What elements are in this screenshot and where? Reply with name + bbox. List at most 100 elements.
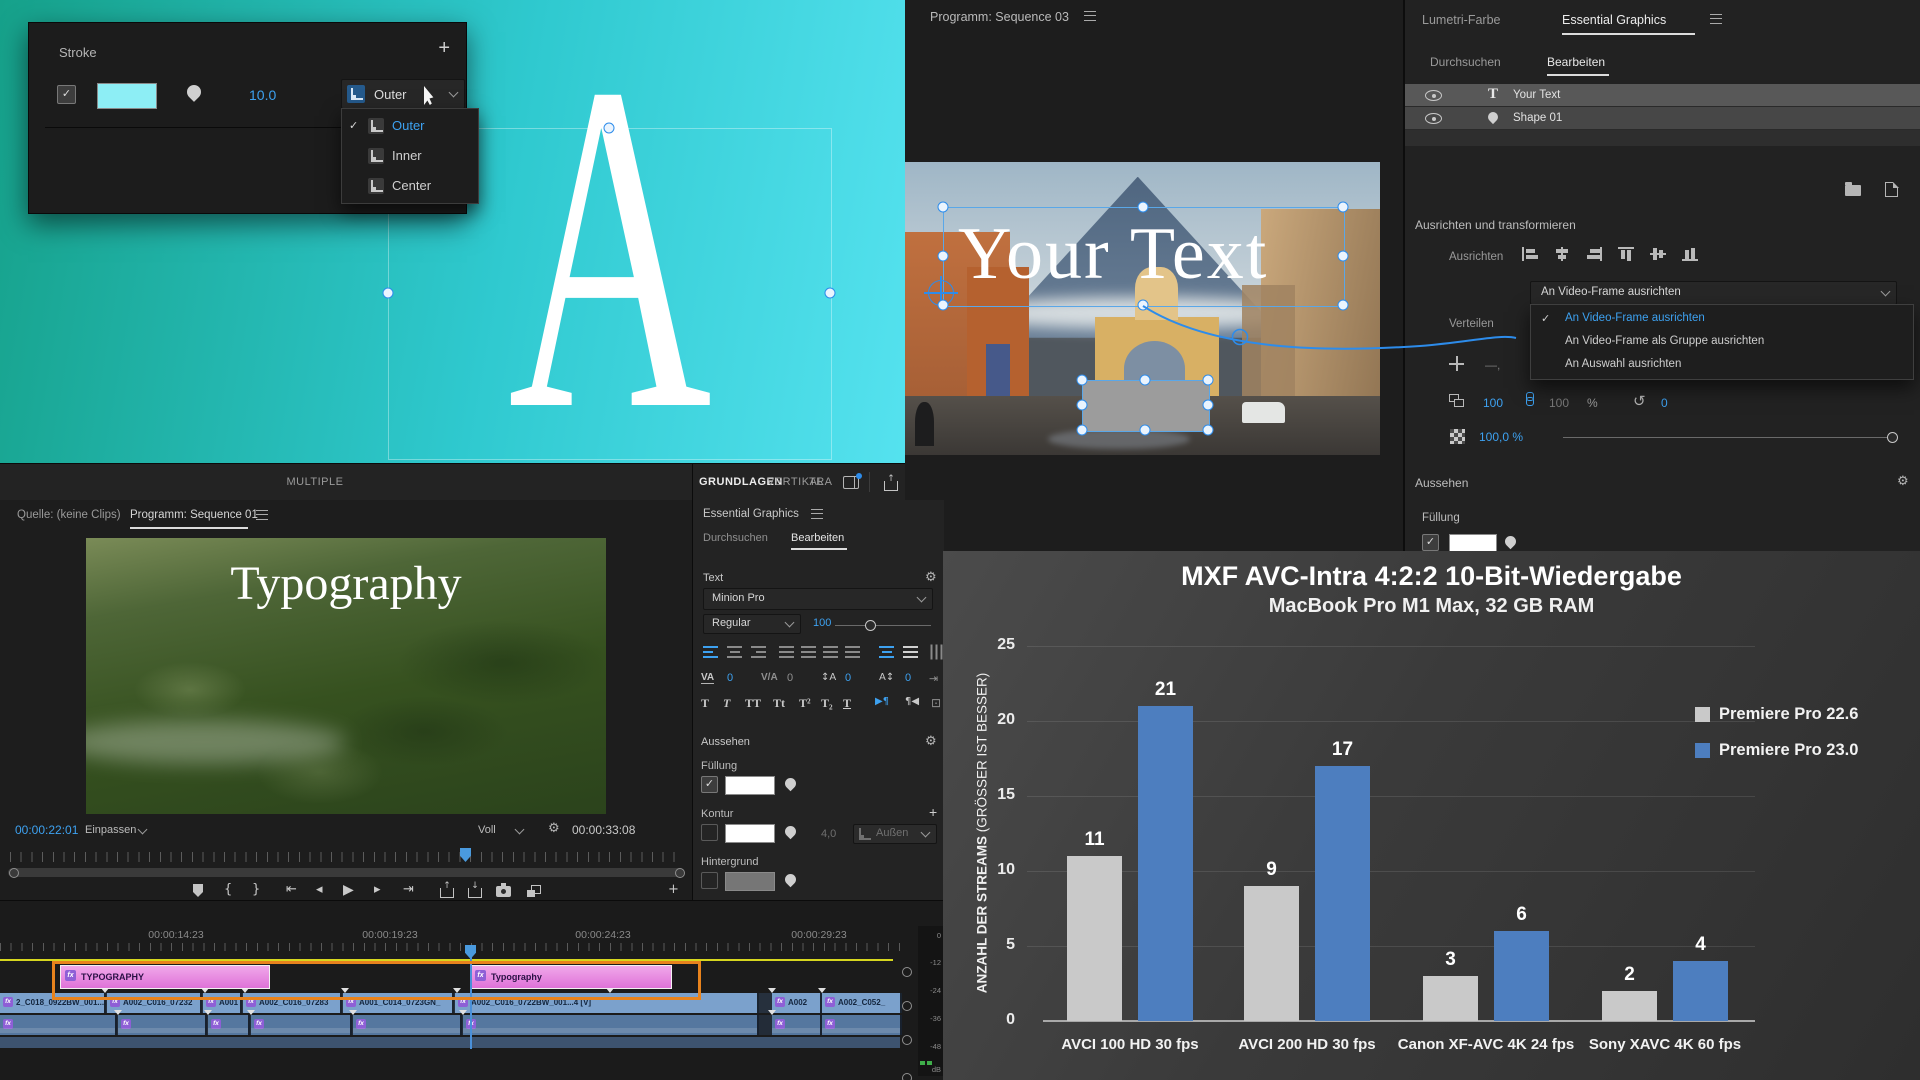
- align-center-horizontal-icon[interactable]: [1650, 247, 1666, 261]
- background-checkbox[interactable]: [701, 872, 718, 889]
- vertical-align-center-icon[interactable]: [903, 646, 918, 658]
- justify-last-right-icon[interactable]: [823, 646, 838, 658]
- superscript-icon[interactable]: T²: [799, 696, 811, 711]
- playback-resolution-dropdown[interactable]: Voll: [473, 820, 531, 842]
- zoom-level-dropdown[interactable]: Einpassen: [80, 820, 154, 842]
- stroke-position-dropdown[interactable]: Außen: [853, 824, 937, 844]
- opacity-value[interactable]: 100,0 %: [1479, 430, 1523, 444]
- rotation-value[interactable]: 0: [1661, 396, 1668, 410]
- scrollbar-end-handle[interactable]: [675, 868, 685, 878]
- go-to-out-icon[interactable]: ⇥: [403, 882, 414, 897]
- text-selection-handle[interactable]: [1138, 202, 1149, 213]
- glyph-snap-icon[interactable]: ⊡: [931, 696, 941, 710]
- go-to-in-icon[interactable]: ⇤: [286, 882, 297, 897]
- font-size-value[interactable]: 100: [813, 617, 831, 629]
- text-selection-handle[interactable]: [938, 251, 949, 262]
- justify-all-icon[interactable]: [845, 646, 860, 658]
- fill-checkbox[interactable]: [1422, 534, 1439, 551]
- align-text-left-icon[interactable]: [703, 646, 718, 658]
- tab-durchsuchen[interactable]: Durchsuchen: [1430, 55, 1501, 69]
- fill-checkbox[interactable]: [701, 776, 718, 793]
- font-size-slider-track[interactable]: [835, 625, 931, 626]
- tracking-value[interactable]: 0: [727, 672, 733, 684]
- tab-durchsuchen[interactable]: Durchsuchen: [703, 532, 768, 544]
- track-scroll-handle[interactable]: [902, 967, 912, 977]
- mark-out-icon[interactable]: }: [252, 882, 260, 897]
- shape-selection-handle[interactable]: [1140, 425, 1151, 436]
- font-family-dropdown[interactable]: Minion Pro: [703, 588, 933, 610]
- paragraph-rtl-icon[interactable]: ¶◀: [905, 696, 919, 707]
- align-center-vertical-icon[interactable]: [1554, 247, 1570, 261]
- step-back-icon[interactable]: ◂: [316, 882, 323, 897]
- panel-options-icon[interactable]: [843, 476, 859, 489]
- tab-essential-graphics[interactable]: Essential Graphics: [1562, 13, 1666, 27]
- faux-bold-icon[interactable]: T: [701, 696, 709, 711]
- shape-selection-handle[interactable]: [1077, 400, 1088, 411]
- extract-icon[interactable]: [468, 888, 482, 898]
- a1-clip[interactable]: fx: [353, 1015, 462, 1035]
- visibility-eye-icon[interactable]: [1425, 113, 1442, 124]
- position-value[interactable]: —,: [1485, 358, 1500, 372]
- wrench-icon[interactable]: ⚙: [1897, 474, 1909, 489]
- wrench-icon[interactable]: ⚙: [925, 734, 937, 749]
- background-color-swatch[interactable]: [725, 872, 775, 891]
- vertical-align-top-icon[interactable]: [879, 646, 894, 658]
- layer-row-shape[interactable]: Shape 01: [1405, 107, 1920, 130]
- track-scroll-handle[interactable]: [902, 1073, 912, 1080]
- eyedropper-icon[interactable]: [783, 824, 799, 840]
- align-text-right-icon[interactable]: [751, 646, 766, 658]
- baseline-shift-value[interactable]: 0: [905, 672, 911, 684]
- leading-value[interactable]: 0: [845, 672, 851, 684]
- text-selection-box[interactable]: [943, 207, 1345, 307]
- tab-source[interactable]: Quelle: (keine Clips): [17, 509, 121, 521]
- a1-clip[interactable]: fx: [118, 1015, 207, 1035]
- opacity-slider-handle[interactable]: [1887, 432, 1898, 443]
- new-layer-icon[interactable]: [1885, 182, 1898, 197]
- eyedropper-icon[interactable]: [783, 872, 799, 888]
- a1-clip[interactable]: fx: [251, 1015, 352, 1035]
- font-style-dropdown[interactable]: Regular: [703, 614, 801, 634]
- align-text-center-icon[interactable]: [727, 646, 742, 658]
- stroke-enabled-checkbox[interactable]: [57, 85, 76, 104]
- shape-selection-handle[interactable]: [1203, 375, 1214, 386]
- text-selection-handle[interactable]: [938, 300, 949, 311]
- text-selection-handle[interactable]: [1338, 202, 1349, 213]
- monitor-ruler[interactable]: [10, 852, 682, 862]
- stroke-checkbox[interactable]: [701, 824, 718, 841]
- selection-handle[interactable]: [383, 288, 394, 299]
- a1-clip[interactable]: fx: [772, 1015, 822, 1035]
- scale-x-value[interactable]: 100: [1483, 396, 1503, 410]
- tab-lumetri[interactable]: Lumetri-Farbe: [1422, 13, 1501, 27]
- add-stroke-button[interactable]: [438, 37, 450, 60]
- v1-clip[interactable]: fxA002_C052_: [822, 993, 902, 1013]
- underline-icon[interactable]: T: [843, 696, 851, 711]
- track-scroll-handle[interactable]: [902, 1001, 912, 1011]
- tab-bearbeiten[interactable]: Bearbeiten: [791, 532, 844, 544]
- tab-program-sequence-01[interactable]: Programm: Sequence 01: [130, 509, 258, 521]
- marker-icon[interactable]: [193, 884, 203, 897]
- export-frame-icon[interactable]: [496, 886, 511, 897]
- export-icon[interactable]: [884, 481, 898, 491]
- mark-in-icon[interactable]: {: [224, 882, 232, 897]
- wrench-icon[interactable]: ⚙: [548, 821, 560, 836]
- text-selection-handle[interactable]: [1338, 251, 1349, 262]
- shape-selection-handle[interactable]: [1203, 425, 1214, 436]
- monitor-scrollbar[interactable]: [8, 868, 684, 877]
- align-right-icon[interactable]: [1586, 247, 1602, 261]
- v1-clip[interactable]: fxA002: [772, 993, 822, 1013]
- all-caps-icon[interactable]: TT: [745, 696, 761, 711]
- stroke-width-value[interactable]: 4,0: [821, 828, 836, 840]
- step-forward-icon[interactable]: ▸: [374, 882, 381, 897]
- opacity-slider-track[interactable]: [1563, 437, 1893, 438]
- text-selection-handle[interactable]: [1338, 300, 1349, 311]
- folder-icon[interactable]: [1845, 185, 1861, 196]
- a1-clip[interactable]: fx: [463, 1015, 759, 1035]
- eyedropper-icon[interactable]: [783, 776, 799, 792]
- panel-menu-icon[interactable]: [1084, 11, 1096, 21]
- eyedropper-icon[interactable]: [184, 82, 204, 102]
- small-caps-icon[interactable]: Tt: [773, 696, 785, 711]
- text-selection-handle[interactable]: [1138, 300, 1149, 311]
- kerning-value[interactable]: 0: [787, 672, 793, 684]
- a1-clip[interactable]: fx: [0, 1015, 117, 1035]
- panel-menu-icon[interactable]: [811, 509, 823, 519]
